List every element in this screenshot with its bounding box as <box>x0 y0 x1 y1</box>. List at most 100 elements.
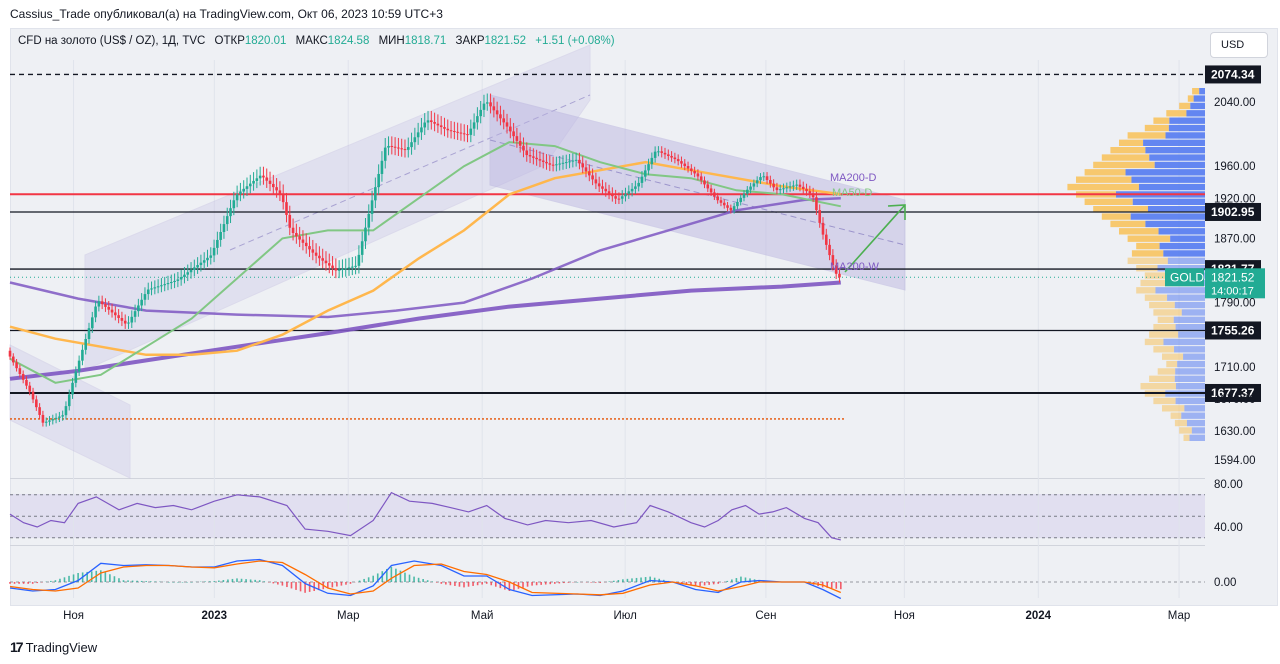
symbol-tag-text: GOLD <box>1170 270 1204 284</box>
macd-histogram-bar <box>494 582 497 587</box>
chart-canvas[interactable]: 2074.341902.951831.771755.261677.37MA200… <box>0 0 1280 664</box>
candle-body <box>676 159 680 162</box>
candle-body <box>84 338 88 350</box>
volume-profile-bar-buy <box>1175 397 1205 405</box>
macd-histogram-bar <box>367 577 370 582</box>
candle-body <box>439 125 443 128</box>
macd-signal-line <box>9 560 842 596</box>
candle-body <box>745 189 749 194</box>
candle-body <box>235 194 239 201</box>
currency-button[interactable]: USD <box>1210 32 1268 58</box>
candle-body <box>288 214 292 228</box>
volume-profile-bar-buy <box>1159 242 1205 250</box>
candle-body <box>114 312 117 316</box>
candle-body <box>680 161 683 164</box>
volume-profile-bar-buy <box>1170 235 1205 242</box>
volume-profile-bar-sell <box>1153 309 1182 316</box>
candle-body <box>713 192 716 197</box>
volume-profile-bar-sell <box>1101 154 1150 161</box>
volume-profile-bar-sell <box>1149 375 1175 382</box>
candle-body <box>518 140 522 146</box>
candle-body <box>295 232 298 237</box>
volume-profile-bar-buy <box>1189 434 1205 441</box>
volume-profile-bar-buy <box>1184 405 1205 412</box>
macd-histogram-bar <box>90 571 93 582</box>
candle-body <box>143 294 147 300</box>
candle-body <box>732 206 736 211</box>
macd-histogram-bar <box>567 582 570 583</box>
candle-body <box>663 152 667 155</box>
candle-body <box>660 151 664 153</box>
candle-body <box>617 198 621 200</box>
candle-body <box>811 193 815 198</box>
volume-profile-bar-buy <box>1191 427 1205 434</box>
volume-profile-bar-buy <box>1131 176 1205 183</box>
candle-body <box>574 159 578 161</box>
macd-histogram-bar <box>349 582 352 584</box>
price-level-tag-text: 2074.34 <box>1211 67 1255 81</box>
time-axis-tick: Ноя <box>894 610 915 622</box>
candle-body <box>555 164 558 166</box>
candle-body <box>690 168 693 171</box>
candle-body <box>314 252 318 256</box>
volume-profile-bar-buy <box>1183 353 1205 360</box>
macd-histogram-bar <box>104 572 107 582</box>
macd-histogram-bar <box>240 578 243 582</box>
candle-body <box>77 360 81 372</box>
change-value: +1.51 (+0.08%) <box>535 35 615 47</box>
candle-body <box>189 269 193 273</box>
candle-body <box>90 317 94 329</box>
candle-body <box>525 150 529 156</box>
time-axis-tick: Ноя <box>63 610 84 622</box>
volume-profile-bar-buy <box>1145 220 1205 228</box>
macd-histogram-bar <box>299 582 302 592</box>
macd-histogram-bar <box>372 575 374 582</box>
candle-body <box>35 399 38 408</box>
candle-body <box>341 268 344 270</box>
candle-body <box>225 216 229 225</box>
macd-histogram-bar <box>540 582 542 585</box>
low-label: МИН <box>378 35 405 47</box>
macd-histogram-bar <box>726 580 729 582</box>
time-axis-tick: Июл <box>613 610 636 622</box>
candle-body <box>301 239 305 243</box>
high-label: МАКС <box>295 35 328 47</box>
candle-body <box>413 137 417 143</box>
candle-body <box>127 322 130 324</box>
candle-body <box>443 127 446 129</box>
candle-body <box>818 210 822 223</box>
macd-histogram-bar <box>472 582 474 586</box>
macd-histogram-bar <box>463 582 465 588</box>
price-axis-tick: 2040.00 <box>1214 97 1256 109</box>
volume-profile-bar-buy <box>1167 257 1205 264</box>
volume-profile-bar-sell <box>1084 198 1133 205</box>
candle-body <box>351 266 354 268</box>
candle-body <box>719 200 723 203</box>
candle-body <box>640 176 644 183</box>
macd-histogram-bar <box>208 581 211 582</box>
tradingview-logo[interactable]: 17 TradingView <box>10 639 97 655</box>
macd-histogram-bar <box>54 580 57 582</box>
candle-body <box>670 155 673 158</box>
candle-body <box>838 273 841 278</box>
candle-body <box>11 356 15 363</box>
macd-histogram-bar <box>740 576 742 582</box>
candle-body <box>742 193 746 198</box>
candle-body <box>815 197 818 211</box>
macd-histogram-bar <box>263 581 266 582</box>
candle-body <box>703 180 706 185</box>
volume-profile-bar-sell <box>1136 265 1158 272</box>
macd-histogram-bar <box>449 582 452 586</box>
macd-histogram-bar <box>177 582 179 583</box>
macd-histogram-bar <box>9 582 11 584</box>
candle-body <box>357 254 361 266</box>
candle-body <box>153 287 157 289</box>
candle-body <box>51 419 55 421</box>
rsi-axis-tick: 80.00 <box>1214 479 1243 491</box>
close-label: ЗАКР <box>455 35 485 47</box>
macd-histogram-bar <box>626 578 629 582</box>
volume-profile-bar-buy <box>1158 228 1205 235</box>
volume-profile-bar-sell <box>1170 412 1182 419</box>
candle-body <box>8 350 12 357</box>
volume-profile-bar-buy <box>1154 161 1205 169</box>
